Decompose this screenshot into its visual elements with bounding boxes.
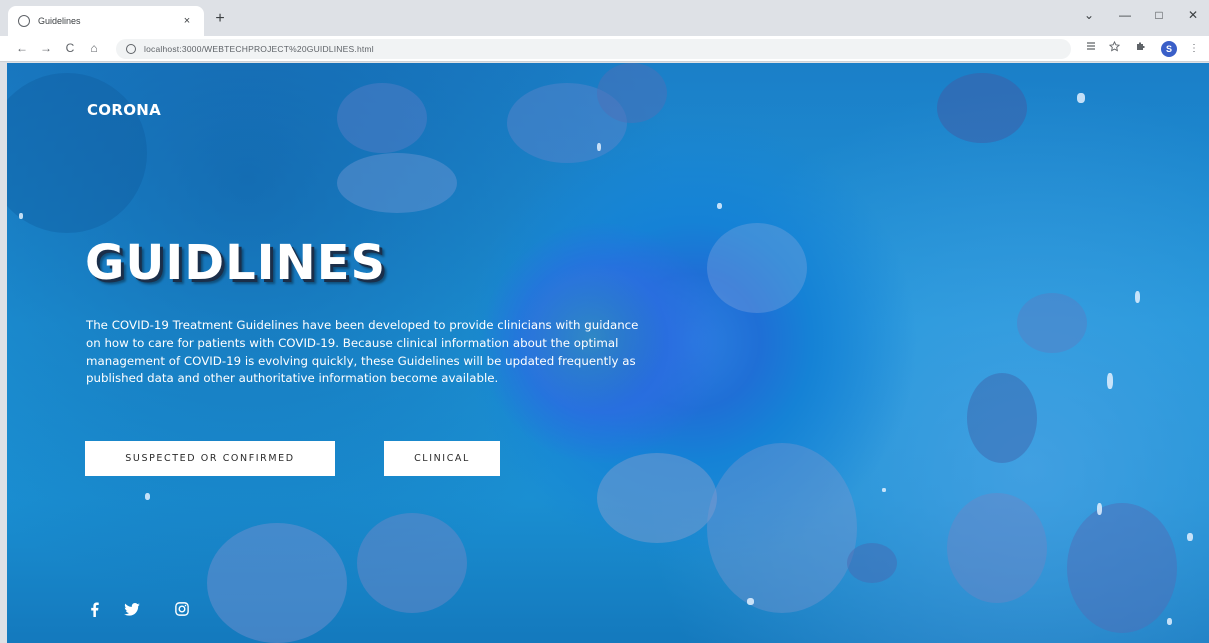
extensions-icon[interactable] [1132,41,1148,57]
twitter-icon[interactable] [122,600,142,618]
instagram-icon[interactable] [174,600,190,618]
reading-list-icon[interactable] [1083,41,1099,57]
site-logo[interactable]: CORONA [87,101,161,119]
globe-icon [18,15,30,27]
page-title: GUIDLINES [85,235,387,291]
browser-tab[interactable]: Guidelines × [8,6,204,36]
minimize-button[interactable]: — [1116,8,1134,22]
tab-search-chevron-icon[interactable]: ⌄ [1080,8,1098,22]
address-bar[interactable]: localhost:3000/WEBTECHPROJECT%20GUIDLINE… [116,39,1071,59]
forward-button[interactable]: → [38,40,54,56]
tab-title: Guidelines [38,16,81,26]
maximize-button[interactable]: □ [1150,8,1168,22]
hero-section: CORONA GUIDLINES The COVID-19 Treatment … [7,63,1209,643]
back-button[interactable]: ← [14,40,30,56]
browser-menu-icon[interactable]: ⋮ [1186,41,1202,57]
facebook-icon[interactable] [87,600,101,618]
profile-avatar[interactable]: S [1161,41,1177,57]
bookmark-star-icon[interactable] [1106,40,1122,57]
window-close-button[interactable]: ✕ [1184,8,1202,22]
tab-close-button[interactable]: × [180,15,194,27]
browser-toolbar: ← → C ⌂ localhost:3000/WEBTECHPROJECT%20… [0,36,1209,62]
home-button[interactable]: ⌂ [86,40,102,56]
intro-paragraph: The COVID-19 Treatment Guidelines have b… [86,318,639,386]
new-tab-button[interactable]: + [210,9,230,29]
site-info-icon[interactable] [126,44,136,54]
clinical-button[interactable]: CLINICAL [384,441,500,476]
suspected-or-confirmed-button[interactable]: SUSPECTED OR CONFIRMED [85,441,335,476]
url-text: localhost:3000/WEBTECHPROJECT%20GUIDLINE… [144,44,374,54]
reload-button[interactable]: C [62,40,78,56]
browser-tab-bar: Guidelines × + ⌄ — □ ✕ [0,0,1209,36]
